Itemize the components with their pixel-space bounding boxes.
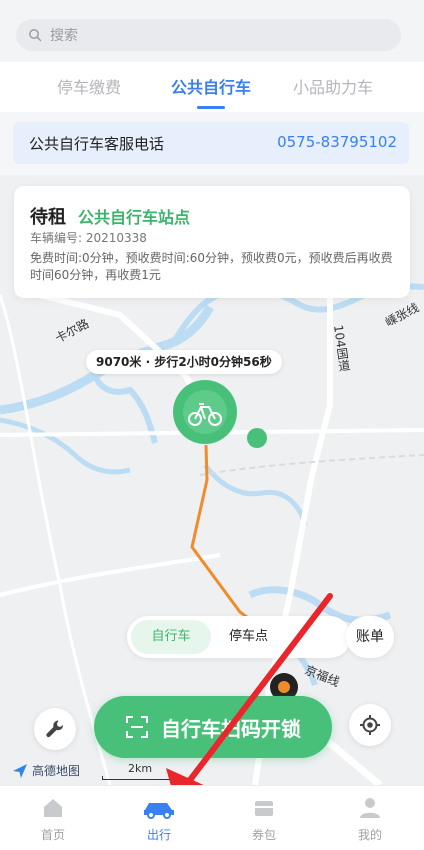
service-hotline-bar: 公共自行车客服电话 0575-83795102 [13, 122, 409, 164]
map-scale: 2km [102, 762, 178, 780]
distance-label: 9070米 · 步行2小时0分钟56秒 [86, 350, 282, 374]
bike-info-card[interactable]: 待租 公共自行车站点 车辆编号: 20210338 免费时间:0分钟，预收费时间… [14, 186, 410, 298]
bike-station-marker-selected[interactable] [173, 380, 237, 444]
hotline-number[interactable]: 0575-83795102 [277, 133, 397, 151]
scan-unlock-button[interactable]: 自行车扫码开锁 [94, 696, 332, 758]
road-west [0, 553, 221, 597]
locate-icon [360, 715, 380, 735]
scan-icon [126, 716, 148, 738]
scale-bar [102, 776, 178, 780]
search-bar-area: 搜索 [0, 0, 424, 62]
bike-station-marker-small[interactable] [247, 428, 267, 448]
road-label-jingfu: 京福线 [303, 662, 342, 689]
nav-item-home[interactable]: 首页 [13, 786, 93, 850]
road-label-104: 104国道 [331, 324, 351, 372]
station-name: 公共自行车站点 [78, 208, 191, 227]
toggle-bike[interactable]: 自行车 [131, 620, 211, 654]
tab-public-bike[interactable]: 公共自行车 [171, 74, 251, 98]
bike-status: 待租 [30, 207, 66, 228]
nav-item-coupons[interactable]: 券包 [224, 786, 304, 850]
user-icon [360, 798, 380, 818]
tab-parking-fee[interactable]: 停车缴费 [57, 74, 121, 98]
category-tabs: 停车缴费 公共自行车 小品助力车 [0, 62, 424, 112]
nav-label-coupons: 券包 [251, 828, 276, 842]
fee-rules: 免费时间:0分钟，预收费时间:60分钟，预收费0元，预收费后再收费时间60分钟，… [30, 251, 393, 282]
nav-label-travel: 出行 [146, 828, 171, 842]
ledger-button[interactable]: 账单 [346, 616, 394, 658]
hotline-label: 公共自行车客服电话 [29, 135, 165, 153]
road-label-karl: 卡尔路 [52, 315, 91, 345]
active-tab-indicator [197, 106, 225, 109]
search-placeholder: 搜索 [50, 28, 78, 44]
nav-item-mine[interactable]: 我的 [330, 786, 410, 850]
river-branch-2 [0, 417, 131, 475]
map-provider-name: 高德地图 [32, 764, 81, 778]
tab-xiaopin-ebike[interactable]: 小品助力车 [293, 74, 373, 98]
car-icon [144, 803, 174, 819]
road-label-shengzhang: 嵊张线 [383, 300, 421, 329]
search-input[interactable]: 搜索 [16, 19, 401, 51]
nav-item-travel[interactable]: 出行 [119, 786, 199, 850]
repair-button[interactable] [34, 708, 76, 750]
mode-toggle: 自行车 停车点 [127, 616, 351, 658]
locate-button[interactable] [349, 704, 391, 746]
bottom-nav: 首页 出行 券包 我的 [0, 785, 424, 850]
scan-unlock-label: 自行车扫码开锁 [161, 716, 301, 741]
nav-label-home: 首页 [40, 828, 65, 842]
amap-logo-icon [13, 763, 27, 778]
map-provider: 高德地图 [12, 762, 80, 779]
river-east [203, 463, 308, 526]
nav-label-mine: 我的 [357, 828, 382, 842]
toggle-parking[interactable]: 停车点 [229, 620, 289, 654]
search-icon [29, 29, 42, 42]
scale-label: 2km [128, 762, 153, 775]
vehicle-number: 车辆编号: 20210338 [30, 231, 147, 245]
home-icon [44, 799, 62, 817]
wallet-icon [255, 801, 273, 816]
current-location-dot [278, 681, 290, 693]
wrench-icon [46, 720, 64, 738]
